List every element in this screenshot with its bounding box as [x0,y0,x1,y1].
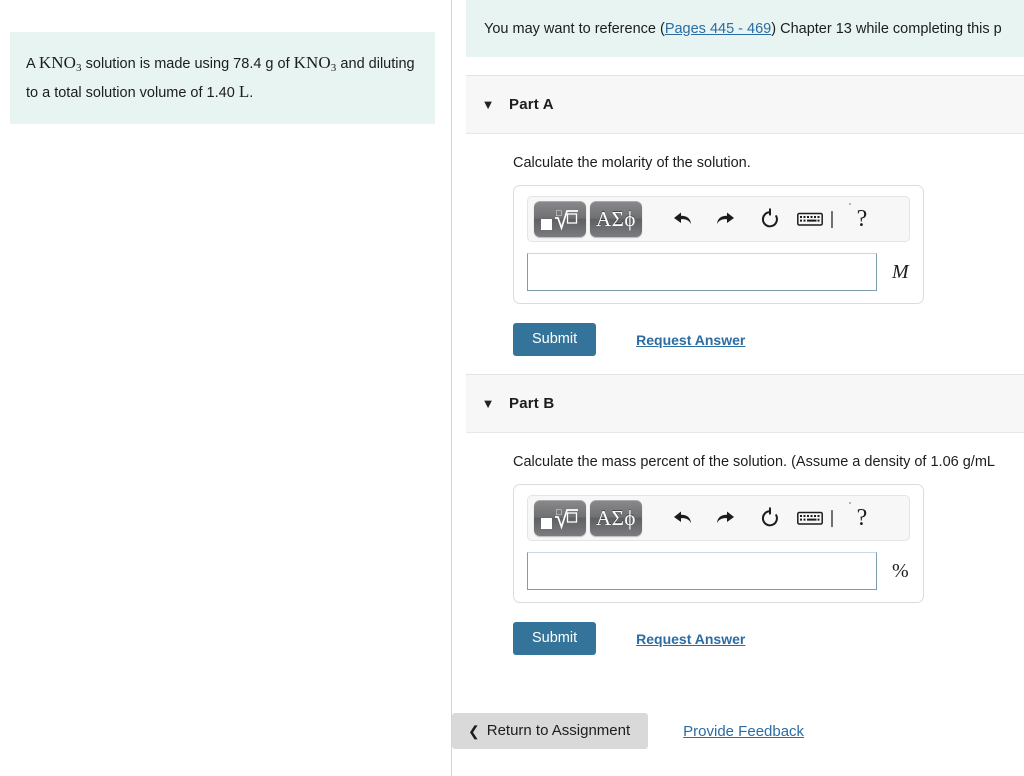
unit-liter: L [238,81,250,101]
reference-banner: You may want to reference (Pages 445 - 4… [466,0,1024,57]
footer-actions: ❮ Return to Assignment Provide Feedback [452,713,804,749]
part-a-request-answer-link[interactable]: Request Answer [636,332,745,348]
part-panel-a: ▼ Part A Calculate the molarity of the s… [466,75,1024,356]
redo-icon[interactable] [704,201,748,237]
part-a-question: Calculate the molarity of the solution. [513,155,751,171]
reference-pages-link[interactable]: Pages 445 - 469 [665,21,771,37]
provide-feedback-link[interactable]: Provide Feedback [683,723,804,740]
problem-statement-text: A KNO3 solution is made using 78.4 g of … [26,49,415,105]
svg-text:□: □ [556,209,563,217]
part-b-request-answer-link[interactable]: Request Answer [636,631,745,647]
reference-text-post: ) Chapter 13 while completing this p [771,20,1002,37]
toolbar-dot-marker [849,502,851,504]
reference-text-pre: You may want to reference ( [484,20,665,37]
formula-base: KNO [38,53,77,72]
part-a-header[interactable]: ▼ Part A [466,76,1024,134]
redo-icon[interactable] [704,500,748,536]
undo-icon[interactable] [660,201,704,237]
reset-icon[interactable] [748,201,792,237]
toolbar-dot-marker [849,203,851,205]
help-button[interactable]: ? [844,201,880,237]
redo-icon-glyph [717,212,734,224]
part-a-submit-button[interactable]: Submit [513,323,597,356]
svg-text:□: □ [556,508,563,516]
collapse-caret-icon[interactable]: ▼ [474,397,502,410]
part-a-unit-label: M [892,260,909,283]
part-b-answer-input[interactable] [527,552,877,590]
help-button[interactable]: ? [844,500,880,536]
part-b-title: Part B [509,395,555,412]
part-b-submit-button[interactable]: Submit [513,622,597,655]
part-b-answer-inner: □ ΑΣϕ ❘ ? % [527,495,910,590]
formula-kno3-first: KNO3 [38,53,82,74]
problem-text-pre: A [26,56,39,72]
template-icon-glyph: □ [541,209,578,231]
keyboard-icon-glyph [796,212,823,226]
reset-icon-glyph [761,507,778,527]
return-to-assignment-label: Return to Assignment [486,722,631,739]
greek-symbols-button[interactable]: ΑΣϕ [590,201,642,237]
undo-icon-glyph [674,212,691,224]
formula-kno3-second: KNO3 [293,53,337,74]
greek-symbols-button[interactable]: ΑΣϕ [590,500,642,536]
keyboard-cursor-icon: ❘ [824,508,840,527]
keyboard-icon[interactable]: ❘ [792,500,844,536]
part-b-unit-label: % [892,559,909,582]
assignment-pane: You may want to reference (Pages 445 - 4… [452,0,1024,776]
part-b-button-row: Submit Request Answer [513,622,1024,655]
keyboard-cursor-icon: ❘ [824,209,840,228]
part-a-answer-row: M [527,253,910,291]
part-a-answer-input[interactable] [527,253,877,291]
formula-base: KNO [293,53,331,72]
template-icon[interactable]: □ [534,500,586,536]
template-icon[interactable]: □ [534,201,586,237]
return-to-assignment-button[interactable]: ❮ Return to Assignment [452,713,649,749]
part-a-button-row: Submit Request Answer [513,323,1024,356]
part-a-title: Part A [509,96,554,113]
part-b-answer-row: % [527,552,910,590]
keyboard-icon[interactable]: ❘ [792,201,844,237]
page-root: A KNO3 solution is made using 78.4 g of … [0,0,1024,776]
problem-text-mid: solution is made using 78.4 g of [81,56,294,72]
template-icon-glyph: □ [541,508,578,530]
part-a-body: Calculate the molarity of the solution. … [466,134,1024,356]
part-b-question: Calculate the mass percent of the soluti… [513,454,995,470]
part-b-math-toolbar: □ ΑΣϕ ❘ ? [527,495,910,541]
undo-icon-glyph [674,511,691,523]
keyboard-icon-glyph [796,511,823,525]
part-panel-b: ▼ Part B Calculate the mass percent of t… [466,374,1024,655]
part-a-math-toolbar: □ ΑΣϕ ❘ ? [527,196,910,242]
problem-text-period: . [249,84,254,101]
part-b-header[interactable]: ▼ Part B [466,375,1024,433]
reset-icon[interactable] [748,500,792,536]
problem-pane: A KNO3 solution is made using 78.4 g of … [0,0,452,776]
part-a-answer-widget: □ ΑΣϕ ❘ ? M [513,185,924,304]
part-a-answer-inner: □ ΑΣϕ ❘ ? M [527,196,910,291]
collapse-caret-icon[interactable]: ▼ [474,98,502,111]
chevron-left-icon: ❮ [468,722,480,739]
problem-statement-box: A KNO3 solution is made using 78.4 g of … [10,32,435,125]
part-b-body: Calculate the mass percent of the soluti… [466,433,1024,655]
undo-icon[interactable] [660,500,704,536]
reset-icon-glyph [761,208,778,228]
redo-icon-glyph [717,511,734,523]
part-b-answer-widget: □ ΑΣϕ ❘ ? % [513,484,924,603]
